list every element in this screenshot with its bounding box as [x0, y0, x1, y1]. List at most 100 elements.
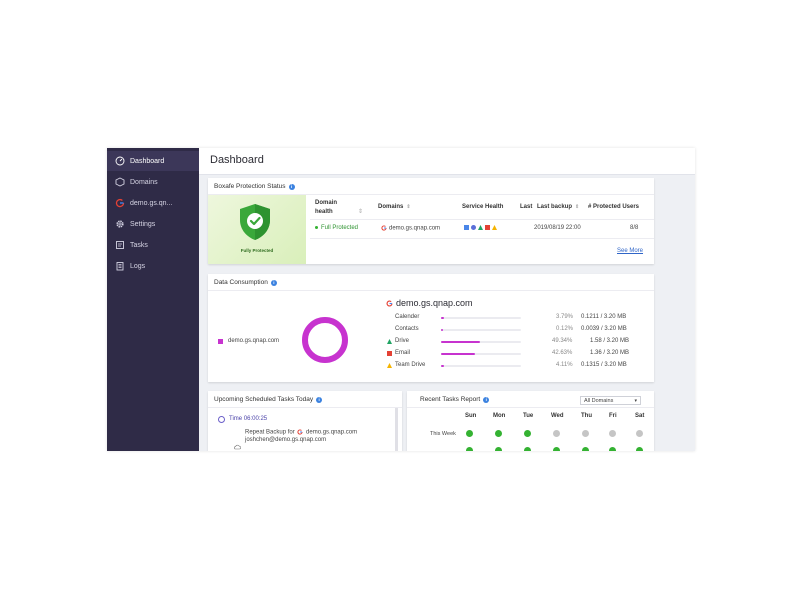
col-last[interactable]: Last: [520, 204, 532, 210]
day-header: Thu: [581, 413, 592, 419]
backup-cloud-icon: [234, 437, 242, 450]
usage-bar-fill: [441, 329, 444, 331]
drive-icon: [478, 225, 483, 230]
success-status-icon[interactable]: [524, 447, 531, 451]
card-divider: [208, 290, 654, 291]
sidebar-item-label: Logs: [130, 262, 146, 270]
usage-size: 0.0039 / 3.20 MB: [581, 326, 627, 332]
usage-bar: [441, 341, 521, 343]
usage-bar-fill: [441, 341, 481, 343]
success-status-icon[interactable]: [636, 447, 643, 451]
sidebar-item-label: Dashboard: [130, 157, 165, 165]
col-protected-users[interactable]: # Protected Users: [588, 204, 639, 210]
day-header: Wed: [551, 413, 564, 419]
task-description[interactable]: Repeat Backup for demo.gs.qnap.com: [245, 429, 357, 436]
day-header: Fri: [609, 413, 617, 419]
sidebar-item-tasks[interactable]: Tasks: [107, 235, 199, 255]
success-status-icon[interactable]: [495, 430, 502, 442]
usage-size: 1.58 / 3.20 MB: [590, 338, 630, 344]
gmail-icon: [485, 225, 490, 230]
tasks-icon: [115, 240, 125, 250]
protected-users-value: 8/8: [630, 225, 639, 231]
protection-status-title: Boxafe Protection Status i: [214, 183, 295, 190]
success-status-icon[interactable]: [524, 430, 531, 442]
task-user: joshchen@demo.gs.qnap.com: [245, 437, 327, 443]
usage-percent: 42.63%: [552, 350, 573, 356]
usage-percent: 3.79%: [556, 314, 574, 320]
usage-bar-fill: [441, 317, 445, 319]
col-domain-health[interactable]: Domain: [315, 200, 337, 206]
calendar-icon: [464, 225, 469, 230]
gmail-icon: [387, 351, 392, 356]
page-title: Dashboard: [210, 154, 264, 166]
sidebar-item-settings[interactable]: Settings: [107, 214, 199, 234]
google-icon: [381, 225, 387, 231]
contacts-icon: [471, 225, 476, 230]
sidebar-item-logs[interactable]: Logs: [107, 256, 199, 276]
sort-icon: ⇕: [575, 204, 580, 210]
usage-bar: [441, 353, 521, 355]
protection-badge: Fully Protected: [208, 195, 306, 264]
day-header: Tue: [523, 413, 534, 419]
legend-swatch: [218, 338, 223, 344]
team-drive-icon: [387, 363, 392, 368]
sidebar: Dashboard Domains demo.gs.qn... Settings…: [107, 148, 199, 451]
sort-icon[interactable]: ⇕: [358, 208, 363, 215]
protection-status-card: Boxafe Protection Status i Fully Protect…: [208, 178, 654, 264]
upcoming-tasks-title: Upcoming Scheduled Tasks Today i: [214, 396, 323, 403]
domain-filter-select[interactable]: All Domains ▾: [580, 396, 641, 405]
col-last-backup[interactable]: Last backup ⇕: [537, 204, 579, 210]
upcoming-tasks-card: Upcoming Scheduled Tasks Today i Time 06…: [208, 391, 402, 451]
usage-size: 0.1315 / 3.20 MB: [581, 362, 627, 368]
task-time: Time 06:00:25: [229, 416, 268, 422]
usage-size: 1.36 / 3.20 MB: [590, 350, 630, 356]
col-service-health[interactable]: Service Health: [462, 204, 503, 210]
google-icon: [386, 300, 393, 307]
usage-percent: 0.12%: [556, 326, 574, 332]
success-status-icon[interactable]: [553, 447, 560, 451]
contacts-icon: [387, 327, 392, 332]
info-icon[interactable]: i: [483, 396, 490, 403]
service-name: Team Drive: [395, 362, 426, 368]
success-status-icon[interactable]: [582, 447, 589, 451]
usage-bar: [441, 365, 521, 367]
no-task-status-icon[interactable]: [553, 430, 560, 437]
usage-percent: 4.11%: [556, 362, 573, 368]
no-task-status-icon[interactable]: [609, 430, 616, 437]
sidebar-item-domains[interactable]: Domains: [107, 172, 199, 192]
no-task-status-icon[interactable]: [636, 430, 643, 437]
usage-donut-chart: [302, 317, 348, 363]
boxafe-app: Dashboard Domains demo.gs.qn... Settings…: [107, 148, 695, 451]
card-divider: [407, 407, 654, 408]
success-status-icon[interactable]: [466, 430, 473, 442]
google-icon: [115, 198, 125, 208]
drive-icon: [387, 339, 392, 344]
recent-tasks-report-card: Recent Tasks Report i All Domains ▾ Sun …: [407, 391, 654, 451]
fully-protected-label: Fully Protected: [240, 248, 274, 253]
see-more-link[interactable]: See More: [617, 248, 643, 254]
info-icon[interactable]: i: [288, 183, 295, 190]
col-domains[interactable]: Domains ⇕: [378, 204, 411, 210]
google-icon: [297, 429, 303, 435]
info-icon[interactable]: i: [316, 396, 323, 403]
domain-name: demo.gs.qnap.com: [381, 225, 440, 232]
team-drive-icon: [492, 225, 497, 230]
scrollbar[interactable]: [395, 408, 398, 451]
consumption-domain-title: demo.gs.qnap.com: [386, 298, 473, 308]
success-status-icon[interactable]: [466, 447, 473, 451]
info-icon[interactable]: i: [270, 279, 277, 286]
sidebar-item-domain-demo[interactable]: demo.gs.qn...: [107, 193, 199, 213]
row-divider: [310, 238, 654, 239]
col-domain-health-line2[interactable]: health: [315, 209, 333, 215]
card-divider: [208, 407, 402, 408]
gear-icon: [115, 219, 125, 229]
domain-health-status: Full Protected: [315, 225, 358, 231]
logs-icon: [115, 261, 125, 271]
usage-percent: 49.34%: [552, 338, 573, 344]
success-status-icon[interactable]: [609, 447, 616, 451]
recent-tasks-title: Recent Tasks Report i: [420, 396, 490, 403]
row-label: This Week: [430, 431, 456, 437]
no-task-status-icon[interactable]: [582, 430, 589, 437]
sidebar-item-dashboard[interactable]: Dashboard: [107, 151, 199, 171]
success-status-icon[interactable]: [495, 447, 502, 451]
